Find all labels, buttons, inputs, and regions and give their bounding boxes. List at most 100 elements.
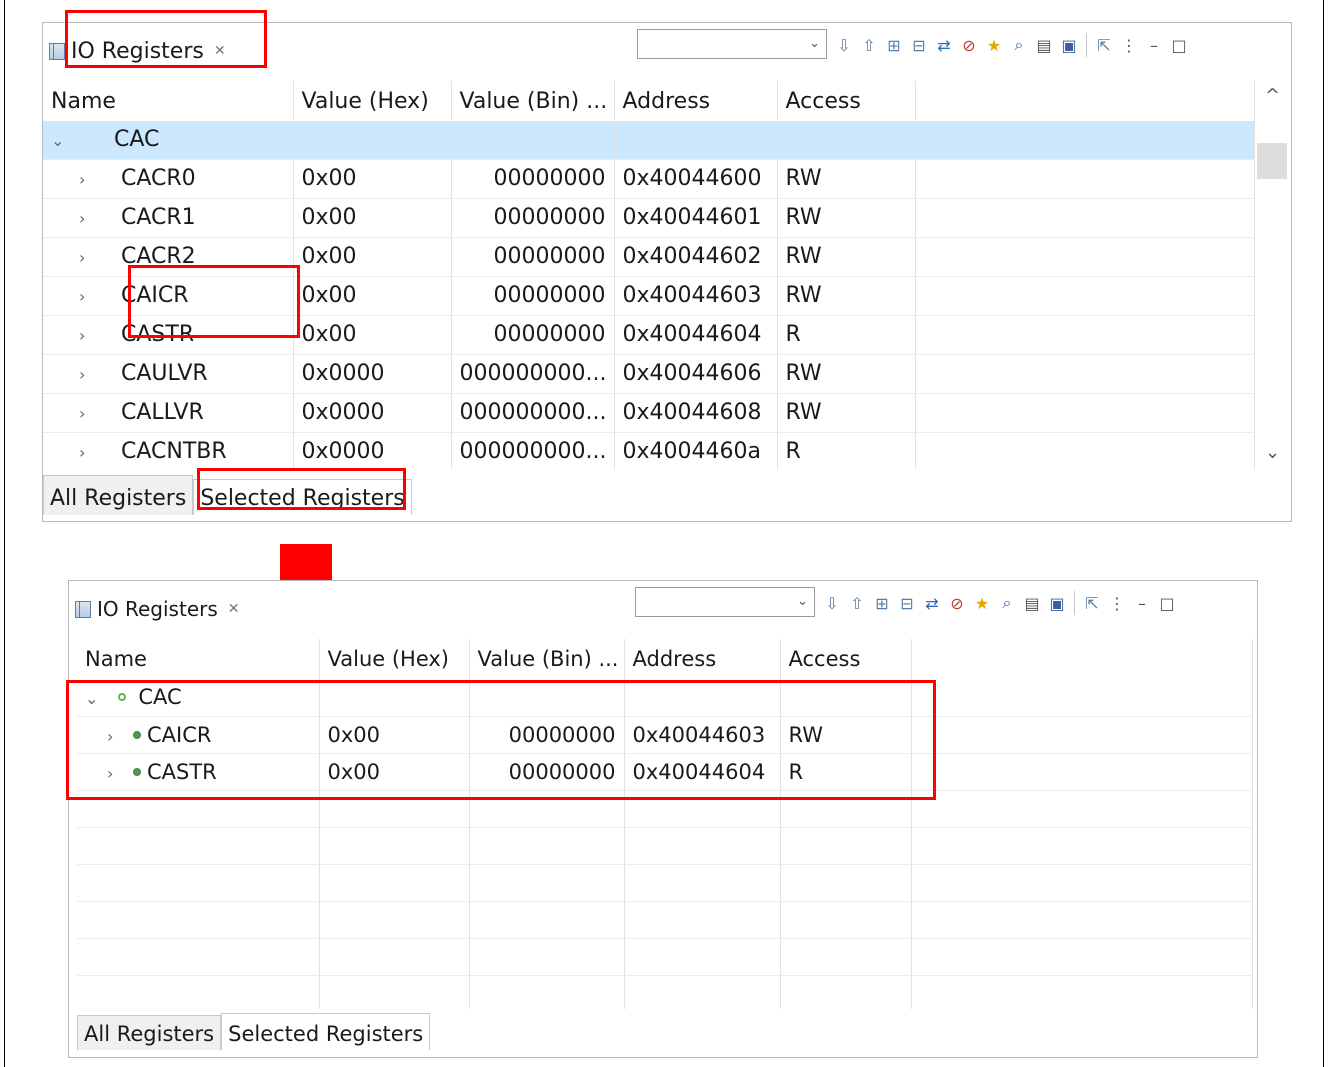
- view-menu-icon[interactable]: ⋮: [1106, 592, 1128, 614]
- chevron-right-icon[interactable]: ›: [79, 248, 101, 267]
- address: 0x4004460a: [614, 432, 778, 469]
- value-hex[interactable]: 0x00: [293, 276, 452, 316]
- maximize-icon[interactable]: □: [1156, 592, 1178, 614]
- value-bin[interactable]: 00000000: [469, 716, 625, 754]
- expand-icon[interactable]: ⌄: [85, 689, 107, 708]
- star-icon[interactable]: ★: [983, 34, 1005, 56]
- column-header-value-hex[interactable]: Value (Hex): [319, 639, 470, 679]
- value-bin[interactable]: 00000000: [451, 159, 615, 199]
- maximize-icon[interactable]: □: [1168, 34, 1190, 56]
- column-header-value-bin[interactable]: Value (Bin) ...: [469, 639, 625, 679]
- value-bin[interactable]: 00000000: [451, 198, 615, 238]
- scroll-up-icon[interactable]: ^: [1265, 85, 1280, 106]
- arrow-up-icon[interactable]: ⇧: [846, 592, 868, 614]
- view-tab-io-registers[interactable]: IO Registers ✕: [43, 33, 234, 69]
- column-header-name[interactable]: Name: [43, 81, 294, 121]
- search-icon[interactable]: ⌕: [996, 592, 1018, 614]
- value-hex[interactable]: 0x00: [319, 716, 470, 754]
- minimize-icon[interactable]: –: [1131, 592, 1153, 614]
- export-icon[interactable]: ⇱: [1093, 34, 1115, 56]
- search-icon[interactable]: ⌕: [1008, 34, 1030, 56]
- value-hex[interactable]: 0x0000: [293, 354, 452, 394]
- scroll-down-icon[interactable]: ⌄: [1265, 442, 1280, 463]
- column-header-name[interactable]: Name: [77, 639, 320, 679]
- column-header-value-hex[interactable]: Value (Hex): [293, 81, 452, 121]
- tab-selected-registers[interactable]: Selected Registers: [193, 479, 412, 515]
- table-row[interactable]: › CASTR 0x00 00000000 0x40044604 R: [43, 315, 1255, 355]
- table-row[interactable]: › CAICR 0x00 00000000 0x40044603 RW: [43, 276, 1255, 316]
- value-bin[interactable]: 000000000...: [451, 354, 615, 394]
- refresh-icon[interactable]: ⇄: [933, 34, 955, 56]
- chevron-down-icon[interactable]: ⌄: [797, 594, 808, 609]
- filter-combo[interactable]: ⌄: [637, 29, 827, 59]
- print-icon[interactable]: ▤: [1021, 592, 1043, 614]
- value-hex[interactable]: 0x00: [293, 198, 452, 238]
- expand-all-icon[interactable]: ⊞: [871, 592, 893, 614]
- minimize-icon[interactable]: –: [1143, 34, 1165, 56]
- expand-all-icon[interactable]: ⊞: [883, 34, 905, 56]
- chevron-right-icon[interactable]: ›: [79, 404, 101, 423]
- value-bin[interactable]: 000000000...: [451, 393, 615, 433]
- tab-all-registers[interactable]: All Registers: [43, 475, 194, 515]
- tab-selected-registers[interactable]: Selected Registers: [221, 1013, 431, 1050]
- close-icon[interactable]: ✕: [228, 601, 240, 617]
- table-row[interactable]: › CACNTBR 0x0000 000000000... 0x4004460a …: [43, 432, 1255, 469]
- print-icon[interactable]: ▤: [1033, 34, 1055, 56]
- tab-all-registers[interactable]: All Registers: [77, 1015, 222, 1050]
- save-icon[interactable]: ▣: [1058, 34, 1080, 56]
- chevron-right-icon[interactable]: ›: [79, 365, 101, 384]
- value-hex[interactable]: 0x00: [293, 159, 452, 199]
- table-row[interactable]: › CACR2 0x00 00000000 0x40044602 RW: [43, 237, 1255, 277]
- table-row-group-cac[interactable]: ⌄ CAC: [43, 121, 1255, 160]
- table-row[interactable]: › CALLVR 0x0000 000000000... 0x40044608 R…: [43, 393, 1255, 433]
- value-hex[interactable]: 0x00: [293, 315, 452, 355]
- refresh-icon[interactable]: ⇄: [921, 592, 943, 614]
- chevron-right-icon[interactable]: ›: [79, 287, 101, 306]
- column-header-access[interactable]: Access: [780, 639, 912, 679]
- column-header-value-bin[interactable]: Value (Bin) ...: [451, 81, 615, 121]
- chevron-down-icon[interactable]: ⌄: [809, 36, 820, 51]
- value-bin[interactable]: 00000000: [451, 237, 615, 277]
- filter-combo[interactable]: ⌄: [635, 587, 815, 617]
- scrollbar-thumb[interactable]: [1257, 143, 1287, 179]
- vertical-scrollbar[interactable]: ^ ⌄: [1255, 81, 1291, 469]
- expand-icon[interactable]: ⌄: [51, 131, 73, 150]
- export-icon[interactable]: ⇱: [1081, 592, 1103, 614]
- table-row-group-cac[interactable]: ⌄ CAC: [77, 679, 1253, 717]
- chevron-right-icon[interactable]: ›: [79, 443, 101, 462]
- column-header-address[interactable]: Address: [624, 639, 781, 679]
- view-menu-icon[interactable]: ⋮: [1118, 34, 1140, 56]
- chevron-right-icon[interactable]: ›: [107, 727, 129, 746]
- clear-icon[interactable]: ⊘: [958, 34, 980, 56]
- collapse-all-icon[interactable]: ⊟: [908, 34, 930, 56]
- save-icon[interactable]: ▣: [1046, 592, 1068, 614]
- chevron-right-icon[interactable]: ›: [79, 170, 101, 189]
- star-icon[interactable]: ★: [971, 592, 993, 614]
- clear-icon[interactable]: ⊘: [946, 592, 968, 614]
- value-hex[interactable]: 0x0000: [293, 432, 452, 469]
- table-row[interactable]: › CACR1 0x00 00000000 0x40044601 RW: [43, 198, 1255, 238]
- chevron-right-icon[interactable]: ›: [79, 326, 101, 345]
- arrow-down-icon[interactable]: ⇩: [821, 592, 843, 614]
- column-header-address[interactable]: Address: [614, 81, 778, 121]
- value-bin[interactable]: 00000000: [469, 753, 625, 791]
- table-row[interactable]: › CASTR 0x00 00000000 0x40044604 R: [77, 753, 1253, 791]
- chevron-right-icon[interactable]: ›: [107, 764, 129, 783]
- value-bin[interactable]: 000000000...: [451, 432, 615, 469]
- table-row[interactable]: › CACR0 0x00 00000000 0x40044600 RW: [43, 159, 1255, 199]
- view-tab-io-registers[interactable]: IO Registers ✕: [69, 591, 248, 627]
- view-header: IO Registers ✕ ⌄ ⇩ ⇧ ⊞ ⊟ ⇄ ⊘ ★ ⌕ ▤ ▣ ⇱ ⋮…: [69, 581, 1257, 631]
- close-icon[interactable]: ✕: [214, 43, 226, 59]
- value-bin[interactable]: 00000000: [451, 276, 615, 316]
- value-hex[interactable]: 0x0000: [293, 393, 452, 433]
- column-header-access[interactable]: Access: [777, 81, 916, 121]
- arrow-down-icon[interactable]: ⇩: [833, 34, 855, 56]
- chevron-right-icon[interactable]: ›: [79, 209, 101, 228]
- table-row[interactable]: › CAICR 0x00 00000000 0x40044603 RW: [77, 716, 1253, 754]
- value-hex[interactable]: 0x00: [293, 237, 452, 277]
- value-hex[interactable]: 0x00: [319, 753, 470, 791]
- table-row[interactable]: › CAULVR 0x0000 000000000... 0x40044606 R…: [43, 354, 1255, 394]
- arrow-up-icon[interactable]: ⇧: [858, 34, 880, 56]
- value-bin[interactable]: 00000000: [451, 315, 615, 355]
- collapse-all-icon[interactable]: ⊟: [896, 592, 918, 614]
